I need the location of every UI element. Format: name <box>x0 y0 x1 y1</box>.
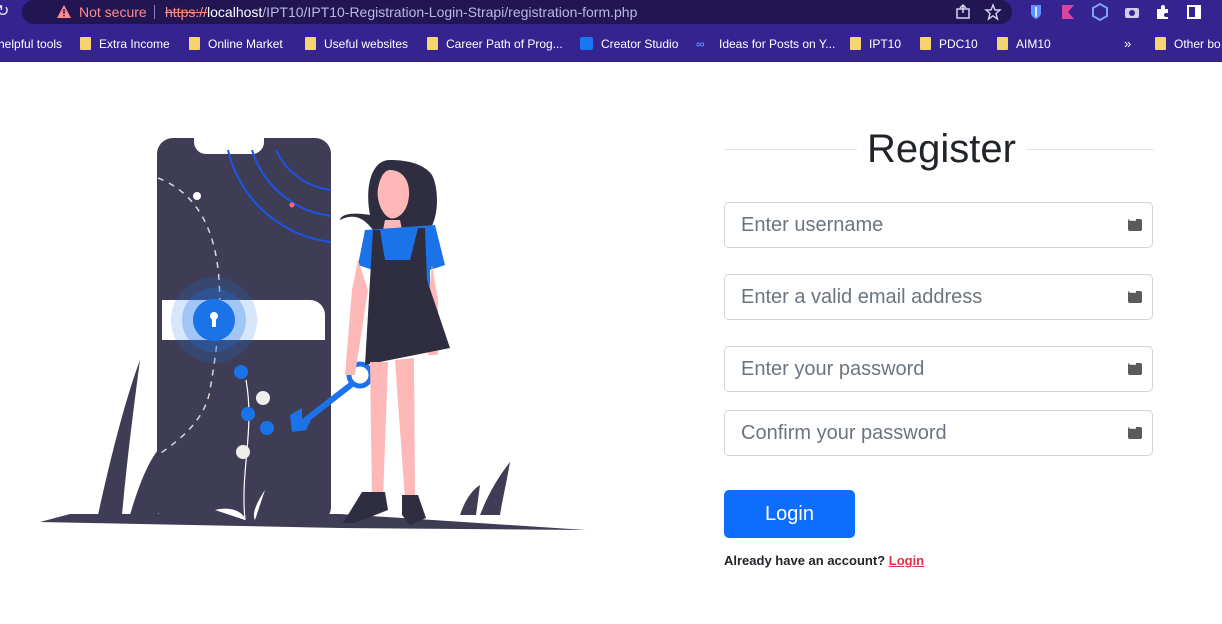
side-panel-icon[interactable] <box>1185 3 1203 21</box>
camera-icon[interactable] <box>1123 3 1141 21</box>
bookmark-label: AIM10 <box>1016 37 1051 51</box>
meta-icon: ∞ <box>696 37 705 51</box>
bookmark-label: PDC10 <box>939 37 978 51</box>
bookmark-helpful-tools[interactable]: helpful tools <box>0 35 62 53</box>
bookmark-label: Useful websites <box>324 37 409 51</box>
bookmark-ideas-for-posts[interactable]: ∞ Ideas for Posts on Y... <box>696 35 835 53</box>
bookmark-label: Other bo <box>1174 37 1221 51</box>
bookmark-career-path[interactable]: Career Path of Prog... <box>427 35 563 53</box>
bookmark-label: Online Market <box>208 37 283 51</box>
already-have-account-text: Already have an account? <box>724 553 886 568</box>
folder-icon <box>1155 37 1166 50</box>
url-scheme: https:// <box>165 4 208 20</box>
login-prompt: Already have an account? Login <box>724 553 924 568</box>
password-manager-icon[interactable] <box>1128 423 1142 439</box>
extensions-puzzle-icon[interactable] <box>1154 3 1172 21</box>
reload-icon[interactable]: ↻ <box>0 2 10 22</box>
divider <box>154 5 155 19</box>
folder-icon <box>920 37 931 50</box>
bookmark-creator-studio[interactable]: Creator Studio <box>580 35 678 53</box>
bookmark-extra-income[interactable]: Extra Income <box>80 35 170 53</box>
star-icon[interactable] <box>984 3 1002 21</box>
bookmark-useful-websites[interactable]: Useful websites <box>305 35 408 53</box>
username-field[interactable] <box>724 202 1153 248</box>
browser-toolbar: ↻ Not secure https://localhost/IPT10/IPT… <box>0 0 1222 26</box>
folder-icon <box>850 37 861 50</box>
bookmarks-bar: helpful tools Extra Income Online Market… <box>0 26 1222 62</box>
folder-icon <box>189 37 200 50</box>
flag-extension-icon[interactable] <box>1059 3 1077 21</box>
register-heading-group: Register <box>724 128 1154 170</box>
folder-icon <box>997 37 1008 50</box>
bookmark-label: Ideas for Posts on Y... <box>719 37 836 51</box>
security-label[interactable]: Not secure <box>79 4 147 20</box>
password-input[interactable] <box>725 347 1152 391</box>
folder-icon <box>80 37 91 50</box>
creator-studio-icon <box>580 37 593 50</box>
bookmarks-overflow-chevron[interactable]: » <box>1124 35 1131 53</box>
bookmark-label: Creator Studio <box>601 37 679 51</box>
confirm-password-input[interactable] <box>725 411 1152 455</box>
bitwarden-icon[interactable] <box>1027 3 1045 21</box>
password-manager-icon[interactable] <box>1128 215 1142 231</box>
login-button[interactable]: Login <box>724 490 855 538</box>
bookmark-label: IPT10 <box>869 37 902 51</box>
url-text[interactable]: https://localhost/IPT10/IPT10-Registrati… <box>165 4 637 20</box>
folder-icon <box>305 37 316 50</box>
bookmark-label: Career Path of Prog... <box>446 37 563 51</box>
email-input[interactable] <box>725 275 1152 319</box>
confirm-password-field[interactable] <box>724 410 1153 456</box>
security-illustration <box>40 130 586 530</box>
warning-icon[interactable] <box>56 4 72 20</box>
bookmark-ipt10[interactable]: IPT10 <box>850 35 901 53</box>
password-manager-icon[interactable] <box>1128 287 1142 303</box>
url-path: /IPT10/IPT10-Registration-Login-Strapi/r… <box>262 4 638 20</box>
folder-icon <box>427 37 438 50</box>
password-manager-icon[interactable] <box>1128 359 1142 375</box>
login-link[interactable]: Login <box>889 553 924 568</box>
page-title: Register <box>857 128 1026 170</box>
hexagon-extension-icon[interactable] <box>1091 3 1109 21</box>
bookmark-pdc10[interactable]: PDC10 <box>920 35 978 53</box>
username-input[interactable] <box>725 203 1152 247</box>
bookmark-online-market[interactable]: Online Market <box>189 35 283 53</box>
address-bar[interactable]: Not secure https://localhost/IPT10/IPT10… <box>22 0 1012 24</box>
email-field[interactable] <box>724 274 1153 320</box>
url-host: localhost <box>207 4 263 20</box>
password-field[interactable] <box>724 346 1153 392</box>
share-icon[interactable] <box>954 3 972 21</box>
bookmark-other-bookmarks[interactable]: Other bo <box>1155 35 1221 53</box>
bookmark-label: Extra Income <box>99 37 170 51</box>
bookmark-aim10[interactable]: AIM10 <box>997 35 1051 53</box>
